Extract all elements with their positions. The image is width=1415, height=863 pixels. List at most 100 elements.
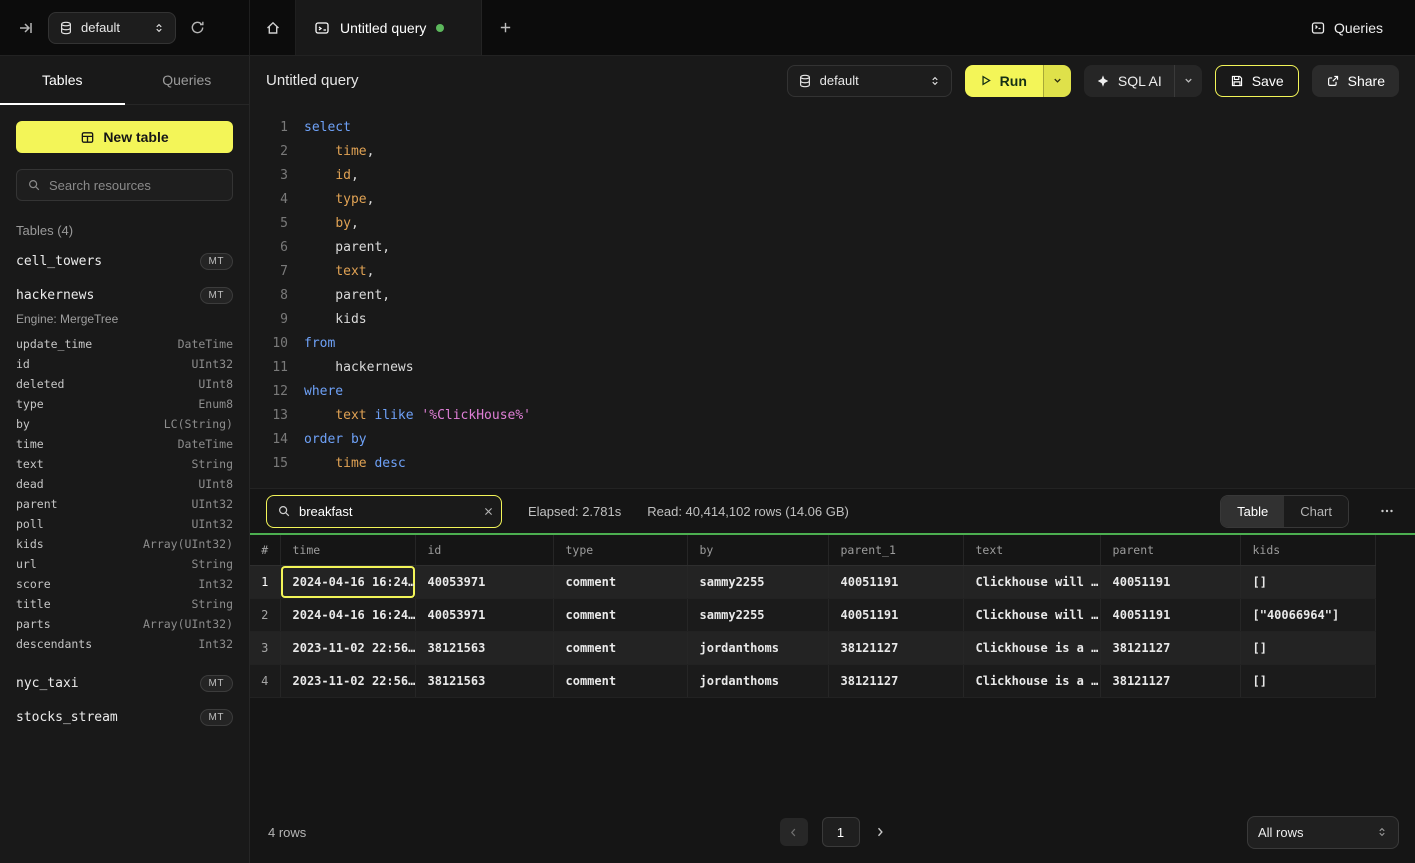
- column-row-poll[interactable]: pollUInt32: [16, 514, 233, 534]
- cell[interactable]: 38121563: [415, 664, 553, 697]
- sidebar-tab-tables[interactable]: Tables: [0, 56, 125, 104]
- cell[interactable]: 40051191: [828, 598, 963, 631]
- column-row-time[interactable]: timeDateTime: [16, 434, 233, 454]
- sql-ai-button[interactable]: SQL AI: [1084, 73, 1174, 89]
- view-tab-table[interactable]: Table: [1221, 496, 1284, 527]
- tab-untitled-query[interactable]: Untitled query: [296, 0, 482, 55]
- column-row-dead[interactable]: deadUInt8: [16, 474, 233, 494]
- cell[interactable]: ["40066964"]: [1240, 598, 1375, 631]
- cell[interactable]: sammy2255: [687, 565, 828, 598]
- row-number[interactable]: 2: [250, 598, 280, 631]
- save-button[interactable]: Save: [1215, 65, 1299, 97]
- column-header[interactable]: id: [415, 535, 553, 565]
- code-line[interactable]: 8 parent,: [264, 283, 1415, 307]
- column-header[interactable]: by: [687, 535, 828, 565]
- current-page[interactable]: 1: [822, 817, 860, 847]
- column-row-id[interactable]: idUInt32: [16, 354, 233, 374]
- cell[interactable]: Clickhouse is a …: [963, 664, 1100, 697]
- view-tab-chart[interactable]: Chart: [1284, 496, 1348, 527]
- code-line[interactable]: 6 parent,: [264, 235, 1415, 259]
- cell[interactable]: []: [1240, 664, 1375, 697]
- cell[interactable]: []: [1240, 631, 1375, 664]
- sidebar-tab-queries[interactable]: Queries: [125, 56, 250, 104]
- code-line[interactable]: 13 text ilike '%ClickHouse%': [264, 403, 1415, 427]
- sidebar-search[interactable]: [16, 169, 233, 201]
- query-database-select[interactable]: default: [787, 65, 952, 97]
- row-number[interactable]: 3: [250, 631, 280, 664]
- prev-page-button[interactable]: [780, 818, 808, 846]
- cell[interactable]: 40051191: [1100, 598, 1240, 631]
- column-header[interactable]: parent: [1100, 535, 1240, 565]
- add-tab-button[interactable]: [482, 0, 528, 55]
- cell[interactable]: comment: [553, 631, 687, 664]
- column-header[interactable]: text: [963, 535, 1100, 565]
- next-page-button[interactable]: [874, 826, 886, 838]
- cell[interactable]: 38121563: [415, 631, 553, 664]
- code-line[interactable]: 3 id,: [264, 163, 1415, 187]
- table-row[interactable]: 32023-11-02 22:56…38121563commentjordant…: [250, 631, 1375, 664]
- cell[interactable]: 2023-11-02 22:56…: [280, 631, 415, 664]
- cell[interactable]: 38121127: [828, 664, 963, 697]
- column-header[interactable]: kids: [1240, 535, 1375, 565]
- column-row-type[interactable]: typeEnum8: [16, 394, 233, 414]
- code-line[interactable]: 10from: [264, 331, 1415, 355]
- row-number[interactable]: 4: [250, 664, 280, 697]
- table-row[interactable]: 12024-04-16 16:24…40053971commentsammy22…: [250, 565, 1375, 598]
- column-row-parent[interactable]: parentUInt32: [16, 494, 233, 514]
- tab-home[interactable]: [250, 0, 296, 55]
- cell[interactable]: 40053971: [415, 598, 553, 631]
- sidebar-table-nyc_taxi[interactable]: nyc_taxiMT: [16, 666, 233, 700]
- collapse-sidebar-icon[interactable]: [14, 16, 38, 40]
- more-options-icon[interactable]: [1375, 499, 1399, 523]
- cell[interactable]: Clickhouse is a …: [963, 631, 1100, 664]
- column-row-deleted[interactable]: deletedUInt8: [16, 374, 233, 394]
- sidebar-table-cell_towers[interactable]: cell_towersMT: [16, 244, 233, 278]
- run-options-chevron[interactable]: [1043, 65, 1071, 97]
- cell[interactable]: Clickhouse will …: [963, 565, 1100, 598]
- sidebar-search-input[interactable]: [49, 178, 225, 193]
- table-row[interactable]: 42023-11-02 22:56…38121563commentjordant…: [250, 664, 1375, 697]
- column-row-url[interactable]: urlString: [16, 554, 233, 574]
- cell[interactable]: 38121127: [828, 631, 963, 664]
- code-line[interactable]: 5 by,: [264, 211, 1415, 235]
- column-row-score[interactable]: scoreInt32: [16, 574, 233, 594]
- run-button[interactable]: Run: [965, 65, 1043, 97]
- close-icon[interactable]: [483, 506, 494, 517]
- code-line[interactable]: 11 hackernews: [264, 355, 1415, 379]
- cell[interactable]: 40051191: [828, 565, 963, 598]
- code-line[interactable]: 7 text,: [264, 259, 1415, 283]
- cell[interactable]: 2023-11-02 22:56…: [280, 664, 415, 697]
- page-size-select[interactable]: All rows: [1247, 816, 1399, 849]
- column-row-parts[interactable]: partsArray(UInt32): [16, 614, 233, 634]
- column-header[interactable]: parent_1: [828, 535, 963, 565]
- code-line[interactable]: 15 time desc: [264, 451, 1415, 475]
- cell[interactable]: Clickhouse will …: [963, 598, 1100, 631]
- sidebar-table-stocks_stream[interactable]: stocks_streamMT: [16, 700, 233, 734]
- cell[interactable]: 40053971: [415, 565, 553, 598]
- cell[interactable]: 2024-04-16 16:24…: [280, 598, 415, 631]
- code-line[interactable]: 9 kids: [264, 307, 1415, 331]
- table-row[interactable]: 22024-04-16 16:24…40053971commentsammy22…: [250, 598, 1375, 631]
- column-header[interactable]: #: [250, 535, 280, 565]
- column-header[interactable]: time: [280, 535, 415, 565]
- code-line[interactable]: 14order by: [264, 427, 1415, 451]
- sidebar-table-hackernews[interactable]: hackernewsMT: [16, 278, 233, 312]
- cell[interactable]: jordanthoms: [687, 664, 828, 697]
- results-search[interactable]: [266, 495, 502, 528]
- column-row-descendants[interactable]: descendantsInt32: [16, 634, 233, 654]
- cell[interactable]: []: [1240, 565, 1375, 598]
- queries-button[interactable]: Queries: [1302, 14, 1391, 42]
- sql-ai-options-chevron[interactable]: [1174, 65, 1202, 97]
- column-header[interactable]: type: [553, 535, 687, 565]
- cell[interactable]: 38121127: [1100, 631, 1240, 664]
- column-row-title[interactable]: titleString: [16, 594, 233, 614]
- cell[interactable]: jordanthoms: [687, 631, 828, 664]
- refresh-icon[interactable]: [186, 16, 209, 39]
- new-table-button[interactable]: New table: [16, 121, 233, 153]
- column-row-text[interactable]: textString: [16, 454, 233, 474]
- cell[interactable]: comment: [553, 664, 687, 697]
- cell[interactable]: comment: [553, 565, 687, 598]
- row-number[interactable]: 1: [250, 565, 280, 598]
- cell[interactable]: 38121127: [1100, 664, 1240, 697]
- column-row-update_time[interactable]: update_timeDateTime: [16, 334, 233, 354]
